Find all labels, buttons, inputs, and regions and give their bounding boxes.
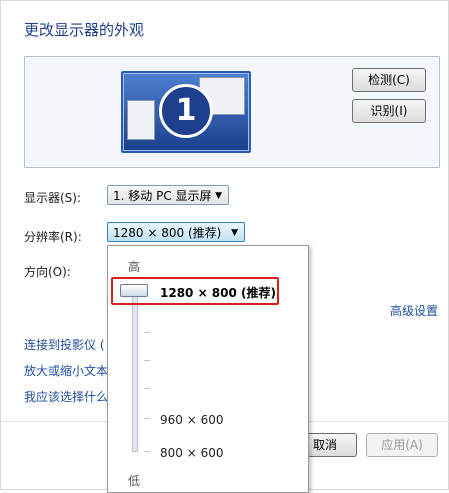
projector-link[interactable]: 连接到投影仪 (	[24, 336, 105, 353]
resolution-option[interactable]: 800 × 600	[160, 446, 224, 460]
display-settings-window: 更改显示器的外观 1 检测(C) 识别(I) 显示器(S): 1. 移动 PC …	[0, 0, 449, 493]
resolution-label: 分辨率(R):	[24, 230, 82, 244]
chevron-down-icon: ▼	[215, 191, 222, 201]
page-title: 更改显示器的外观	[24, 21, 145, 39]
window-mini-icon	[127, 100, 155, 140]
text-size-link[interactable]: 放大或缩小文本	[24, 362, 108, 379]
cancel-button-label: 取消	[312, 438, 337, 452]
display-label: 显示器(S):	[24, 191, 82, 205]
high-label: 高	[128, 260, 141, 274]
monitor-1-thumbnail[interactable]: 1	[121, 71, 251, 153]
low-label: 低	[128, 474, 141, 488]
slider-tick	[144, 451, 150, 452]
chevron-down-icon: ▼	[231, 228, 238, 238]
detect-button[interactable]: 检测(C)	[352, 68, 426, 92]
identify-button[interactable]: 识别(I)	[352, 99, 426, 123]
monitor-number-badge: 1	[159, 84, 213, 138]
slider-tick	[144, 418, 150, 419]
slider-tick	[144, 388, 150, 389]
resolution-option[interactable]: 960 × 600	[160, 413, 224, 427]
monitor-preview-area: 1 检测(C) 识别(I)	[24, 56, 440, 168]
resolution-select-value: 1280 × 800 (推荐)	[113, 226, 222, 240]
display-select-value: 1. 移动 PC 显示屏	[113, 189, 212, 203]
orientation-label: 方向(O):	[24, 265, 71, 279]
which-settings-link[interactable]: 我应该选择什么	[24, 388, 108, 405]
slider-tick	[144, 332, 150, 333]
display-select[interactable]: 1. 移动 PC 显示屏 ▼	[107, 185, 229, 205]
resolution-select[interactable]: 1280 × 800 (推荐) ▼	[107, 222, 245, 242]
advanced-settings-link[interactable]: 高级设置	[390, 302, 438, 319]
apply-button[interactable]: 应用(A)	[366, 433, 438, 457]
selected-resolution-highlight	[111, 277, 279, 305]
slider-tick	[144, 360, 150, 361]
resolution-slider-track[interactable]	[132, 288, 138, 452]
